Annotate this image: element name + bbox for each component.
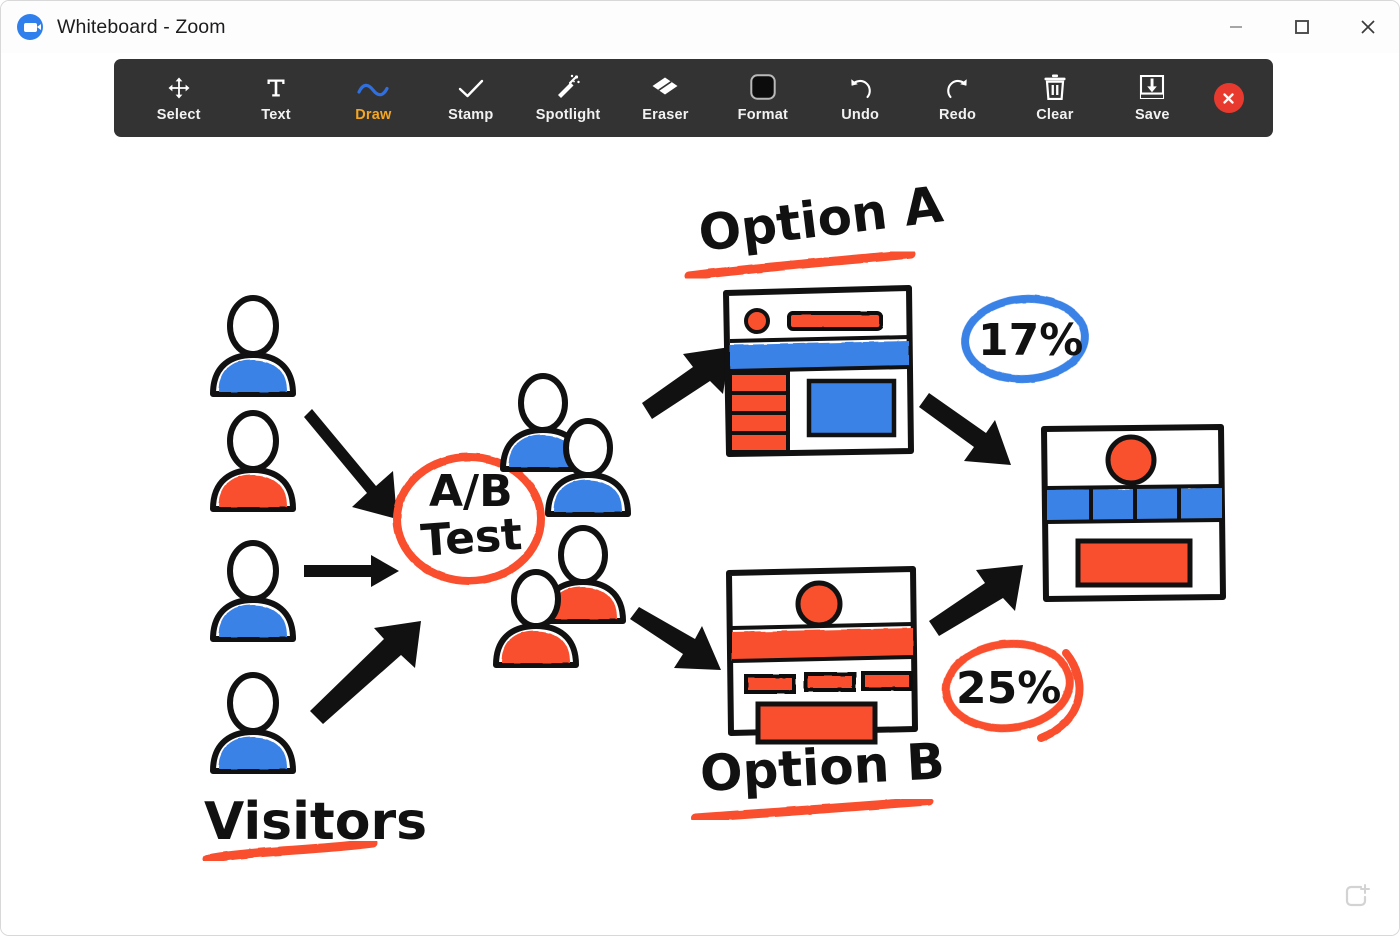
metric-a-badge: 17%: [961, 294, 1089, 384]
squiggle-line-icon: [357, 74, 389, 100]
result-wireframe: [1041, 424, 1226, 602]
metric-b-value: 25%: [956, 663, 1061, 714]
tool-format-label: Format: [737, 106, 788, 123]
ab-test-line2: Test: [419, 509, 524, 567]
window-controls: [1203, 1, 1399, 53]
tool-select[interactable]: Select: [130, 59, 227, 137]
tool-clear[interactable]: Clear: [1006, 59, 1103, 137]
option-a-label-group: Option A: [684, 175, 946, 281]
metric-a-value: 17%: [978, 315, 1083, 366]
arrows-into-test: [304, 409, 421, 724]
redo-arrow-icon: [945, 74, 971, 100]
option-b-wireframe: [726, 566, 918, 745]
title-bar: Whiteboard - Zoom: [1, 1, 1399, 53]
undo-arrow-icon: [847, 74, 873, 100]
tool-undo-label: Undo: [841, 106, 880, 123]
wireframe-b-header-dot: [795, 580, 843, 628]
eraser-icon: [651, 74, 679, 100]
whiteboard-canvas[interactable]: Visitors A/B Test Option A 17% Option B …: [1, 141, 1399, 935]
wireframe-b-small-bars: [744, 671, 913, 694]
maximize-icon[interactable]: [1269, 1, 1335, 53]
result-content-box: [1078, 541, 1190, 585]
metric-b-badge: 25%: [942, 639, 1084, 742]
move-arrows-icon: [167, 74, 191, 100]
ab-test-line1: A/B: [429, 466, 513, 517]
option-b-label-group: Option B: [690, 732, 947, 823]
add-page-icon[interactable]: [1339, 879, 1373, 913]
wireframe-a-header-bar: [787, 311, 883, 331]
tool-text-label: Text: [261, 106, 291, 123]
whiteboard-toolbar: Select Text Draw Stamp Spotlight Eraser …: [114, 59, 1273, 137]
format-square-icon: [750, 73, 776, 100]
window-title: Whiteboard - Zoom: [57, 15, 226, 38]
option-b-label: Option B: [699, 732, 947, 803]
visitor-avatar-3: [210, 540, 296, 642]
close-icon[interactable]: [1335, 1, 1399, 53]
close-x-icon: [1213, 83, 1244, 113]
tool-draw[interactable]: Draw: [325, 59, 422, 137]
tool-redo-label: Redo: [939, 106, 977, 123]
tool-save[interactable]: Save: [1104, 59, 1201, 137]
tool-spotlight-label: Spotlight: [535, 106, 601, 123]
tool-stamp-label: Stamp: [448, 106, 494, 123]
whiteboard-window: Whiteboard - Zoom Select Text Draw Stamp…: [0, 0, 1400, 936]
tool-format[interactable]: Format: [714, 59, 811, 137]
toolbar-close-button[interactable]: [1201, 59, 1257, 137]
visitor-avatar-2: [210, 410, 296, 512]
tool-stamp[interactable]: Stamp: [422, 59, 519, 137]
tool-spotlight[interactable]: Spotlight: [519, 59, 616, 137]
visitor-avatar-4: [210, 672, 296, 774]
visitors-label: Visitors: [204, 792, 427, 852]
option-a-wireframe: [723, 285, 914, 457]
arrow-to-option-a: [642, 347, 730, 419]
tool-undo[interactable]: Undo: [812, 59, 909, 137]
branch-a-avatars: [500, 373, 631, 517]
wireframe-a-sidebar: [728, 371, 790, 454]
tool-redo[interactable]: Redo: [909, 59, 1006, 137]
arrow-b-to-result: [929, 565, 1023, 636]
wireframe-a-content-box: [809, 381, 894, 435]
tool-save-label: Save: [1134, 106, 1170, 123]
trash-bin-icon: [1043, 74, 1067, 100]
tool-text[interactable]: Text: [227, 59, 324, 137]
checkmark-icon: [457, 74, 485, 100]
tool-eraser-label: Eraser: [642, 106, 689, 123]
tool-clear-label: Clear: [1036, 106, 1074, 123]
tool-draw-label: Draw: [355, 106, 392, 123]
tool-eraser[interactable]: Eraser: [617, 59, 714, 137]
result-nav-segments: [1046, 484, 1223, 524]
arrow-a-to-result: [919, 393, 1011, 465]
visitor-avatar-1: [210, 295, 296, 397]
tool-select-label: Select: [156, 106, 201, 123]
download-tray-icon: [1139, 74, 1165, 100]
zoom-camera-icon: [17, 14, 43, 40]
option-b-underline: [690, 796, 934, 823]
whiteboard-drawing: Visitors A/B Test Option A 17% Option B …: [202, 175, 1226, 864]
arrow-to-option-b: [630, 607, 721, 670]
wireframe-a-header-dot: [744, 308, 770, 334]
ab-test-node: A/B Test: [393, 453, 545, 585]
visitors-group: [210, 295, 296, 774]
magic-wand-icon: [555, 74, 581, 100]
text-t-icon: [264, 74, 288, 100]
result-header-dot: [1105, 434, 1157, 486]
minimize-icon[interactable]: [1203, 1, 1269, 53]
visitors-label-group: Visitors: [202, 792, 427, 864]
